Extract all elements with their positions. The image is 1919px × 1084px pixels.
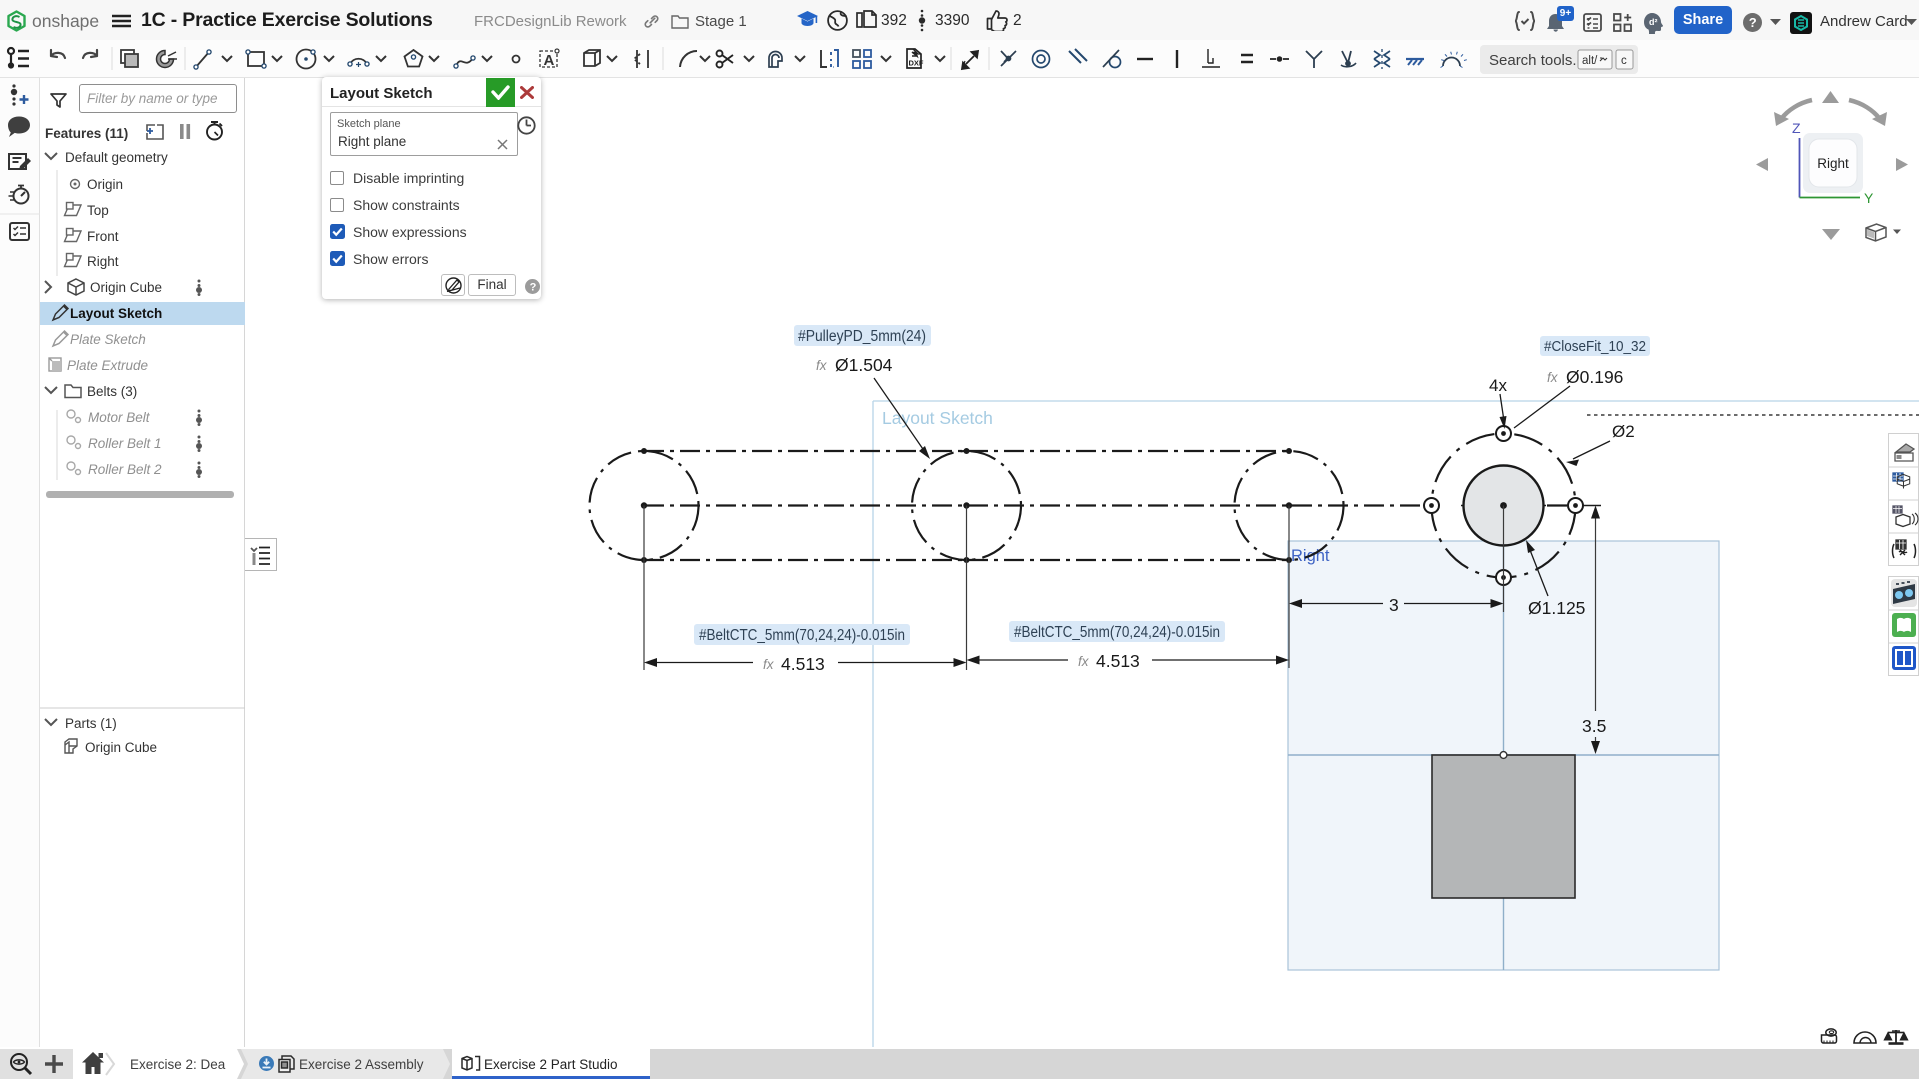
svg-text:Ø1.125: Ø1.125	[1528, 598, 1585, 618]
svg-text:Right: Right	[1817, 156, 1849, 171]
svg-text:Ø0.196: Ø0.196	[1566, 367, 1623, 387]
svg-text:#PulleyPD_5mm(24): #PulleyPD_5mm(24)	[798, 328, 926, 345]
svg-text:Roller Belt 1: Roller Belt 1	[88, 436, 162, 451]
svg-text:Origin: Origin	[87, 177, 123, 192]
svg-text:Y: Y	[1864, 190, 1874, 206]
svg-text:#BeltCTC_5mm(70,24,24)-0.015in: #BeltCTC_5mm(70,24,24)-0.015in	[1014, 624, 1220, 641]
svg-text:4.513: 4.513	[781, 654, 825, 674]
svg-text:Ø2: Ø2	[1612, 422, 1635, 441]
svg-text:Origin Cube: Origin Cube	[90, 280, 162, 295]
svg-text:#BeltCTC_5mm(70,24,24)-0.015in: #BeltCTC_5mm(70,24,24)-0.015in	[699, 627, 905, 644]
svg-text:Layout Sketch: Layout Sketch	[70, 306, 162, 321]
svg-text:#CloseFit_10_32: #CloseFit_10_32	[1544, 338, 1646, 355]
svg-text:?: ?	[530, 282, 537, 294]
svg-text:4.513: 4.513	[1096, 651, 1140, 671]
svg-text:Motor Belt: Motor Belt	[88, 410, 151, 425]
svg-text:Parts (1): Parts (1)	[65, 716, 117, 731]
svg-text:Roller Belt 2: Roller Belt 2	[88, 462, 162, 477]
svg-text:Origin Cube: Origin Cube	[85, 740, 157, 755]
svg-text:Plate Extrude: Plate Extrude	[67, 358, 148, 373]
svg-text:Exercise 2 Assembly: Exercise 2 Assembly	[299, 1057, 424, 1072]
svg-text:Exercise 2: Dea: Exercise 2: Dea	[130, 1057, 226, 1072]
svg-text:c: c	[1621, 55, 1627, 67]
svg-text:d²: d²	[1649, 17, 1658, 27]
svg-text:Right: Right	[87, 254, 119, 269]
svg-text:Top: Top	[87, 203, 109, 218]
svg-text:Layout Sketch: Layout Sketch	[882, 408, 993, 428]
svg-text:fx: fx	[1078, 654, 1090, 669]
svg-text:Belts (3): Belts (3)	[87, 384, 137, 399]
svg-text:onshape: onshape	[32, 11, 99, 31]
svg-text:Default geometry: Default geometry	[65, 150, 168, 165]
svg-text:Plate Sketch: Plate Sketch	[70, 332, 146, 347]
svg-text:alt/: alt/	[1582, 55, 1598, 67]
svg-text:DXF: DXF	[909, 59, 924, 68]
svg-text:fx: fx	[1547, 370, 1559, 385]
svg-text:fx: fx	[763, 657, 775, 672]
svg-text:3.5: 3.5	[1582, 716, 1606, 736]
svg-text:fx: fx	[816, 358, 828, 373]
svg-text:Z: Z	[1792, 120, 1801, 136]
svg-text:Ø1.504: Ø1.504	[835, 355, 893, 375]
svg-text:Search tools...: Search tools...	[1489, 52, 1585, 69]
svg-text:Front: Front	[87, 229, 119, 244]
svg-text:A: A	[544, 52, 555, 69]
svg-text:Exercise 2 Part Studio: Exercise 2 Part Studio	[484, 1057, 618, 1072]
svg-text:4x: 4x	[1489, 376, 1507, 395]
svg-text:3: 3	[1389, 595, 1399, 615]
svg-text:?: ?	[1749, 15, 1757, 30]
